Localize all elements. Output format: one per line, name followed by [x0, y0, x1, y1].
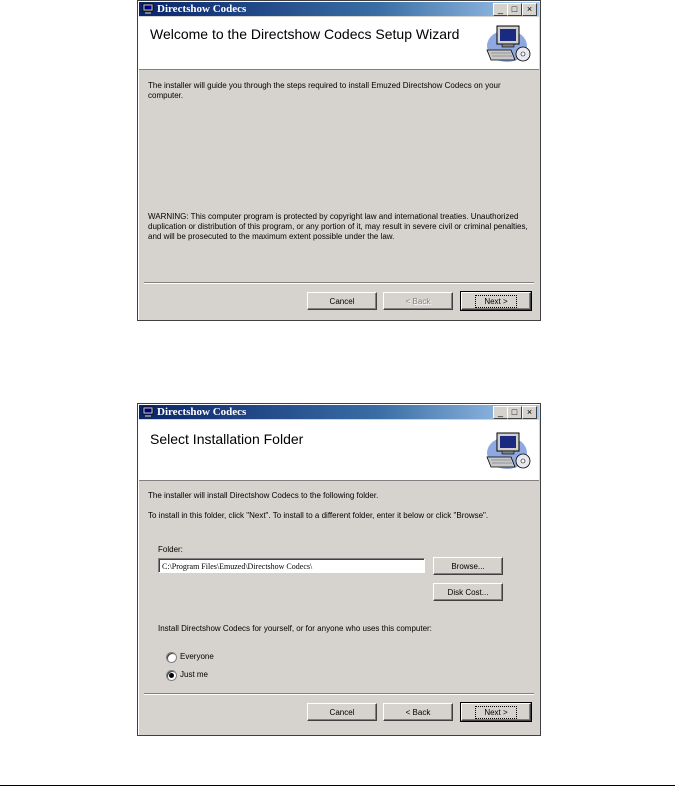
- page-footer-rule: [0, 785, 675, 786]
- divider: [144, 693, 534, 695]
- instructions-text: To install in this folder, click "Next".…: [148, 511, 489, 520]
- folder-input[interactable]: C:\Program Files\Emuzed\Directshow Codec…: [158, 558, 425, 573]
- computer-setup-art: [486, 432, 531, 469]
- next-button[interactable]: Next >: [460, 291, 532, 311]
- page-title: Select Installation Folder: [150, 431, 304, 447]
- window-title: Directshow Codecs: [157, 406, 247, 418]
- computer-setup-art: [486, 25, 531, 62]
- install-location-text: The installer will install Directshow Co…: [148, 491, 379, 500]
- just-me-label[interactable]: Just me: [180, 670, 208, 679]
- radio-selected-dot: [169, 673, 174, 678]
- page-title: Welcome to the Directshow Codecs Setup W…: [150, 26, 460, 42]
- minimize-button[interactable]: _: [493, 406, 508, 419]
- browse-button[interactable]: Browse...: [433, 557, 503, 575]
- everyone-radio[interactable]: [166, 652, 177, 663]
- folder-dialog: Directshow Codecs _ □ × Select Installat…: [137, 403, 541, 736]
- cancel-button[interactable]: Cancel: [307, 292, 377, 310]
- back-button[interactable]: < Back: [383, 703, 453, 721]
- minimize-button[interactable]: _: [493, 3, 508, 16]
- just-me-radio[interactable]: [166, 670, 177, 681]
- window-title: Directshow Codecs: [157, 3, 247, 15]
- header-banner: Welcome to the Directshow Codecs Setup W…: [139, 17, 539, 70]
- title-bar[interactable]: Directshow Codecs _ □ ×: [139, 2, 539, 16]
- maximize-button[interactable]: □: [507, 406, 522, 419]
- cancel-button[interactable]: Cancel: [307, 703, 377, 721]
- divider: [144, 282, 534, 284]
- folder-label: Folder:: [158, 545, 183, 554]
- next-button-label: Next >: [475, 295, 517, 308]
- everyone-label[interactable]: Everyone: [180, 652, 214, 661]
- install-for-text: Install Directshow Codecs for yourself, …: [158, 624, 432, 633]
- welcome-dialog: Directshow Codecs _ □ × Welcome to the D…: [137, 0, 541, 321]
- close-button[interactable]: ×: [522, 406, 537, 419]
- next-button-label: Next >: [475, 706, 517, 719]
- intro-text: The installer will guide you through the…: [148, 81, 501, 100]
- header-banner: Select Installation Folder: [139, 420, 539, 481]
- warning-text: WARNING: This computer program is protec…: [148, 212, 528, 241]
- close-button[interactable]: ×: [522, 3, 537, 16]
- installer-app-icon: [142, 406, 154, 417]
- installer-app-icon: [142, 3, 154, 14]
- title-bar[interactable]: Directshow Codecs _ □ ×: [139, 405, 539, 419]
- maximize-button[interactable]: □: [507, 3, 522, 16]
- back-button[interactable]: < Back: [383, 292, 453, 310]
- disk-cost-button[interactable]: Disk Cost...: [433, 583, 503, 601]
- next-button[interactable]: Next >: [460, 702, 532, 722]
